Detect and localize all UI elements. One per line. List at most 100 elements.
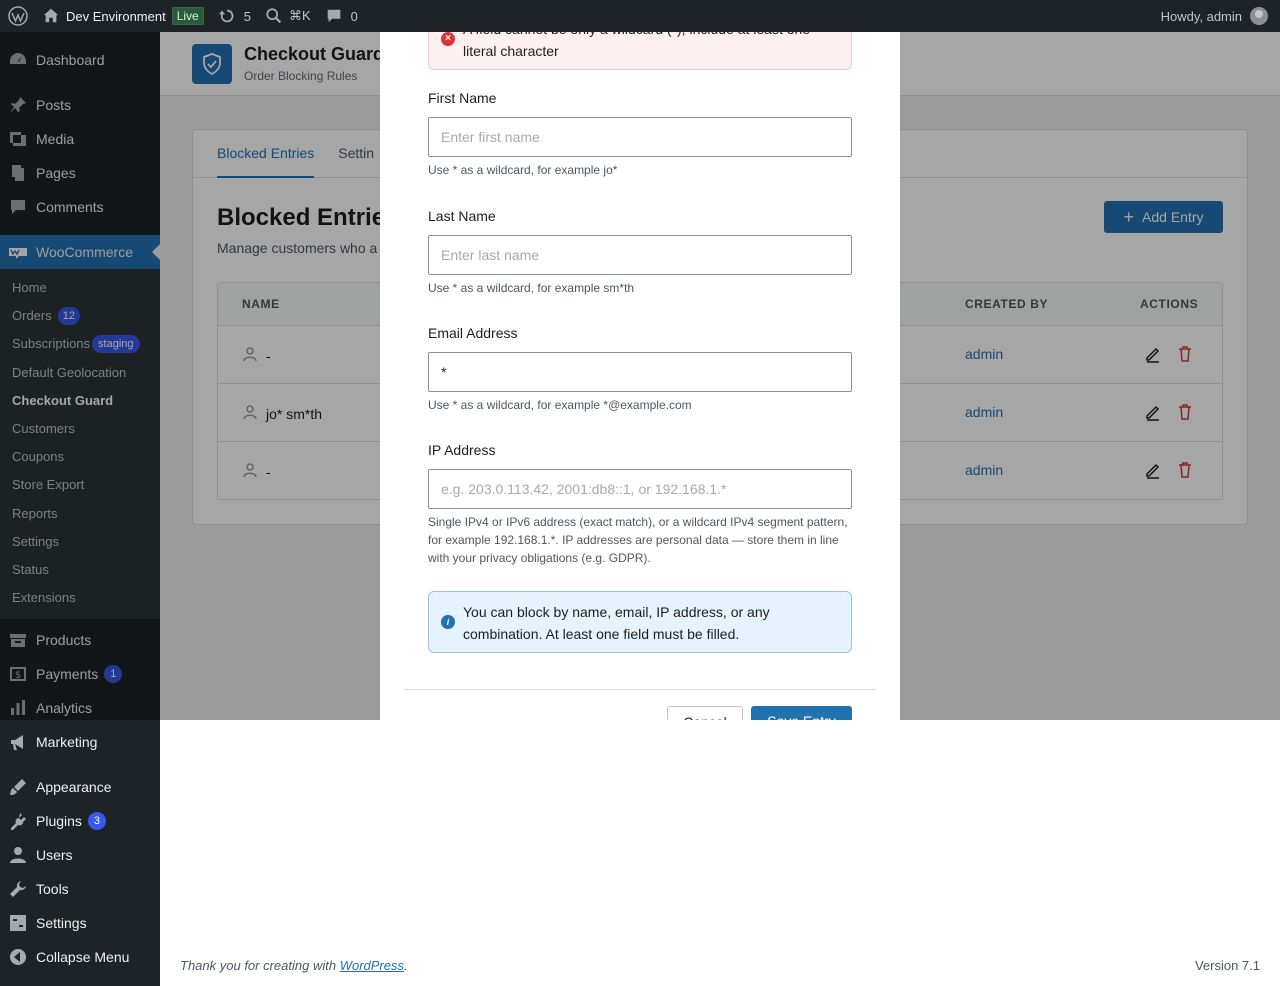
last-name-help: Use * as a wildcard, for example sm*th — [428, 281, 635, 295]
menu-label: Posts — [36, 97, 72, 113]
menu-dashboard[interactable]: Dashboard — [0, 43, 160, 77]
plus-icon: + — [1123, 207, 1135, 227]
submenu-default-geolocation[interactable]: Default Geolocation — [0, 359, 160, 387]
menu-label: Comments — [36, 199, 104, 215]
comment-icon — [8, 197, 28, 217]
entry-name: jo* sm*th — [266, 405, 323, 422]
page-title: Checkout Guard — [244, 44, 385, 64]
user-icon — [242, 462, 258, 481]
menu-label: Marketing — [36, 734, 98, 751]
collapse-menu-button[interactable]: Collapse Menu — [0, 940, 160, 974]
pin-icon — [8, 95, 28, 115]
submenu-customers[interactable]: Customers — [0, 415, 160, 443]
email-help: Use * as a wildcard, for example *@examp… — [428, 398, 692, 412]
menu-analytics[interactable]: Analytics — [0, 691, 160, 725]
shield-icon — [192, 43, 232, 84]
submenu-reports[interactable]: Reports — [0, 500, 160, 528]
section-description: Manage customers who a — [217, 240, 378, 256]
pages-icon — [8, 163, 28, 183]
menu-pages[interactable]: Pages — [0, 156, 160, 190]
menu-label: Users — [36, 847, 73, 864]
submenu-label: Subscriptions — [12, 336, 91, 352]
created-by-link[interactable]: admin — [965, 346, 1003, 362]
menu-products[interactable]: Products — [0, 623, 160, 657]
menu-label: Dashboard — [36, 52, 105, 68]
payments-icon: $ — [8, 664, 28, 684]
add-entry-modal: × A field cannot be only a wildcard (*);… — [380, 0, 900, 720]
menu-comments[interactable]: Comments — [0, 190, 160, 224]
edit-icon[interactable] — [1144, 345, 1162, 366]
live-badge: Live — [171, 7, 204, 25]
email-label: Email Address — [428, 325, 518, 341]
submenu-home[interactable]: Home — [0, 274, 160, 302]
page-lower-area — [160, 720, 1280, 986]
footer-thanks-end: . — [404, 958, 408, 973]
submenu-orders[interactable]: Orders 12 — [0, 302, 160, 330]
menu-label: Appearance — [36, 779, 112, 796]
tab-blocked-entries[interactable]: Blocked Entries — [217, 130, 315, 178]
save-entry-button[interactable]: Save Entry — [751, 706, 852, 720]
updates-icon — [218, 9, 234, 23]
menu-marketing[interactable]: Marketing — [0, 725, 160, 759]
submenu-settings[interactable]: Settings — [0, 528, 160, 556]
submenu-store-export[interactable]: Store Export — [0, 471, 160, 499]
archive-icon — [8, 630, 28, 650]
search-shortcut: ⌘K — [288, 8, 311, 23]
menu-settings[interactable]: Settings — [0, 906, 160, 940]
menu-woocommerce[interactable]: WooCommerce — [0, 235, 160, 269]
email-input[interactable] — [428, 352, 852, 392]
submenu-checkout-guard[interactable]: Checkout Guard — [0, 387, 160, 415]
menu-users[interactable]: Users — [0, 838, 160, 872]
submenu-extensions[interactable]: Extensions — [0, 584, 160, 612]
menu-appearance[interactable]: Appearance — [0, 770, 160, 804]
menu-label: Products — [36, 632, 92, 649]
staging-badge: staging — [92, 335, 140, 354]
collapse-icon — [8, 947, 28, 967]
admin-sidebar: Dashboard Posts Media Pages Comments Woo… — [0, 32, 160, 986]
my-account[interactable]: Howdy, admin — [1161, 7, 1280, 25]
updates-link[interactable]: 5 — [211, 0, 258, 32]
page-subtitle: Order Blocking Rules — [244, 69, 358, 83]
edit-icon[interactable] — [1144, 403, 1162, 424]
comments-link[interactable]: 0 — [318, 0, 365, 32]
submenu-status[interactable]: Status — [0, 556, 160, 584]
command-search[interactable]: ⌘K — [258, 0, 318, 32]
menu-media[interactable]: Media — [0, 122, 160, 156]
submenu-coupons[interactable]: Coupons — [0, 443, 160, 471]
search-icon — [266, 8, 282, 24]
footer-thanks: Thank you for creating with WordPress. — [180, 958, 408, 973]
menu-plugins[interactable]: Plugins 3 — [0, 804, 160, 838]
payments-badge: 1 — [104, 665, 123, 684]
submenu-subscriptions[interactable]: Subscriptions staging — [0, 330, 160, 358]
menu-label: Analytics — [36, 700, 93, 717]
created-by-link[interactable]: admin — [965, 404, 1003, 420]
created-by-link[interactable]: admin — [965, 462, 1003, 478]
wordpress-link[interactable]: WordPress — [340, 958, 404, 973]
media-icon — [8, 129, 28, 149]
trash-icon[interactable] — [1176, 403, 1194, 424]
ip-address-input[interactable] — [428, 469, 852, 509]
menu-payments[interactable]: $ Payments 1 — [0, 657, 160, 691]
menu-label: Tools — [36, 881, 69, 898]
woocommerce-submenu: Home Orders 12 Subscriptions staging Defau… — [0, 269, 160, 620]
menu-posts[interactable]: Posts — [0, 88, 160, 122]
tab-settings[interactable]: Settin — [338, 130, 374, 178]
submenu-label: Orders — [12, 308, 52, 324]
orders-count-badge: 12 — [57, 307, 80, 326]
cancel-button[interactable]: Cancel — [667, 706, 743, 720]
first-name-input[interactable] — [428, 117, 852, 157]
add-entry-button[interactable]: + Add Entry — [1104, 201, 1223, 233]
site-name-link[interactable]: Dev Environment Live — [35, 0, 211, 32]
menu-label: Media — [36, 131, 75, 147]
trash-icon[interactable] — [1176, 461, 1194, 482]
menu-tools[interactable]: Tools — [0, 872, 160, 906]
menu-label: Settings — [36, 915, 87, 932]
info-message: You can block by name, email, IP address… — [463, 604, 770, 642]
edit-icon[interactable] — [1144, 461, 1162, 482]
footer-thanks-text: Thank you for creating with — [180, 958, 340, 973]
wordpress-logo-icon[interactable] — [0, 0, 35, 32]
menu-label: Payments — [36, 666, 99, 683]
updates-count: 5 — [243, 8, 251, 24]
trash-icon[interactable] — [1176, 345, 1194, 366]
last-name-input[interactable] — [428, 235, 852, 275]
